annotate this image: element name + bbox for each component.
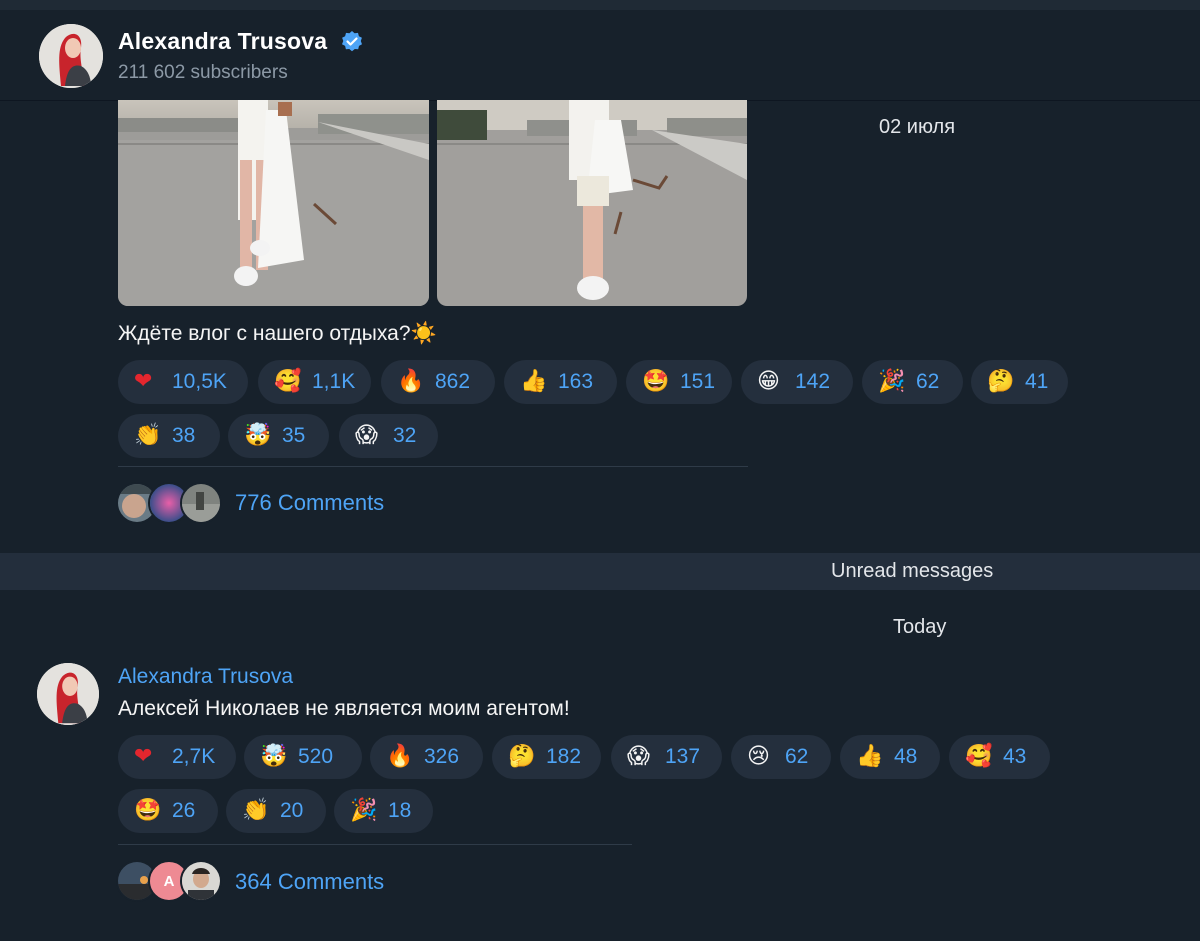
reaction-chip[interactable]: ❤ 2,7K <box>118 735 236 779</box>
reaction-chip[interactable]: ❤ 10,5K <box>118 360 248 404</box>
clapping-hands-icon: 👏 <box>242 798 270 823</box>
reaction-count: 41 <box>1025 370 1049 393</box>
party-popper-icon: 🎉 <box>350 798 378 823</box>
reaction-chip[interactable]: 🎉 18 <box>334 789 433 833</box>
reaction-chip[interactable]: 🤩 151 <box>626 360 732 404</box>
reaction-count: 35 <box>282 424 306 447</box>
reaction-chip[interactable]: 👏 20 <box>226 789 326 833</box>
reaction-chip[interactable]: 🔥 326 <box>370 735 483 779</box>
post-2-divider <box>118 844 632 845</box>
party-popper-icon: 🎉 <box>878 369 906 394</box>
reaction-chip[interactable]: 👍 48 <box>840 735 940 779</box>
star-struck-icon: 🤩 <box>134 798 162 823</box>
thumbs-up-icon: 👍 <box>520 369 548 394</box>
post-photo-1[interactable] <box>118 100 429 306</box>
reaction-count: 151 <box>680 370 716 393</box>
comments-link-post-2[interactable]: 364 Comments <box>235 869 384 895</box>
thinking-face-icon: 🤔 <box>508 744 536 769</box>
reaction-count: 43 <box>1003 745 1027 768</box>
reaction-chip[interactable]: 🥰 1,1K <box>258 360 371 404</box>
fire-icon: 🔥 <box>386 744 414 769</box>
unread-messages-bar: Unread messages <box>0 553 1200 590</box>
reaction-count: 137 <box>665 745 701 768</box>
thinking-face-icon: 🤔 <box>987 369 1015 394</box>
reaction-chip[interactable]: 👍 163 <box>504 360 617 404</box>
reaction-count: 20 <box>280 799 304 822</box>
smiling-face-with-hearts-icon: 🥰 <box>274 369 302 394</box>
commenter-avatar <box>180 482 222 524</box>
reaction-chip[interactable]: 😁 142 <box>741 360 853 404</box>
subscriber-count: 211 602 subscribers <box>118 62 288 83</box>
red-heart-icon: ❤ <box>134 744 153 769</box>
reaction-count: 32 <box>393 424 417 447</box>
today-separator: Today <box>893 616 947 638</box>
channel-name[interactable]: Alexandra Trusova <box>118 28 327 55</box>
screaming-face-icon: 😱 <box>627 744 650 769</box>
reaction-chip[interactable]: 😱 32 <box>339 414 438 458</box>
thumbs-up-icon: 👍 <box>856 744 884 769</box>
reaction-count: 26 <box>172 799 196 822</box>
reaction-chip[interactable]: 😢 62 <box>731 735 831 779</box>
reaction-count: 10,5K <box>172 370 227 393</box>
reaction-count: 182 <box>546 745 582 768</box>
reaction-chip[interactable]: 🥰 43 <box>949 735 1050 779</box>
beaming-face-icon: 😁 <box>757 369 780 394</box>
reaction-chip[interactable]: 🎉 62 <box>862 360 963 404</box>
commenter-initial: A <box>163 872 175 890</box>
post-1-divider <box>118 466 748 467</box>
sender-avatar[interactable] <box>37 663 99 725</box>
fire-icon: 🔥 <box>397 369 425 394</box>
top-strip <box>0 0 1200 10</box>
screaming-face-icon: 😱 <box>355 423 378 448</box>
reaction-count: 62 <box>916 370 940 393</box>
reaction-count: 62 <box>785 745 809 768</box>
reaction-count: 520 <box>298 745 334 768</box>
reaction-chip[interactable]: 🔥 862 <box>381 360 495 404</box>
date-separator: 02 июля <box>879 116 956 138</box>
commenter-avatar <box>180 860 222 902</box>
reaction-count: 163 <box>558 370 594 393</box>
reaction-count: 18 <box>388 799 412 822</box>
reaction-chip[interactable]: 🤩 26 <box>118 789 218 833</box>
verified-badge-icon <box>342 31 362 52</box>
reaction-count: 142 <box>795 370 831 393</box>
crying-face-icon: 😢 <box>747 744 770 769</box>
star-struck-icon: 🤩 <box>642 369 670 394</box>
reaction-count: 862 <box>435 370 471 393</box>
reaction-chip[interactable]: 🤯 520 <box>244 735 362 779</box>
message-text: Алексей Николаев не является моим агенто… <box>118 697 570 720</box>
post-photo-2[interactable] <box>437 100 747 306</box>
smiling-face-with-hearts-icon: 🥰 <box>965 744 993 769</box>
reaction-count: 2,7K <box>172 745 216 768</box>
clapping-hands-icon: 👏 <box>134 423 162 448</box>
comments-link-post-1[interactable]: 776 Comments <box>235 490 384 516</box>
reaction-count: 38 <box>172 424 196 447</box>
channel-header[interactable]: Alexandra Trusova 211 602 subscribers <box>0 10 1200 101</box>
reaction-count: 326 <box>424 745 460 768</box>
post-text: Ждёте влог с нашего отдыха?☀️ <box>118 322 437 345</box>
sender-name[interactable]: Alexandra Trusova <box>118 665 293 689</box>
reaction-count: 1,1K <box>312 370 356 393</box>
reaction-chip[interactable]: 🤔 41 <box>971 360 1068 404</box>
reaction-chip[interactable]: 🤔 182 <box>492 735 601 779</box>
exploding-head-icon: 🤯 <box>244 423 272 448</box>
reaction-count: 48 <box>894 745 918 768</box>
exploding-head-icon: 🤯 <box>260 744 288 769</box>
reaction-chip[interactable]: 👏 38 <box>118 414 220 458</box>
reaction-chip[interactable]: 😱 137 <box>611 735 722 779</box>
red-heart-icon: ❤ <box>134 369 153 394</box>
unread-messages-label: Unread messages <box>831 560 994 582</box>
channel-avatar[interactable] <box>39 24 103 88</box>
reaction-chip[interactable]: 🤯 35 <box>228 414 329 458</box>
